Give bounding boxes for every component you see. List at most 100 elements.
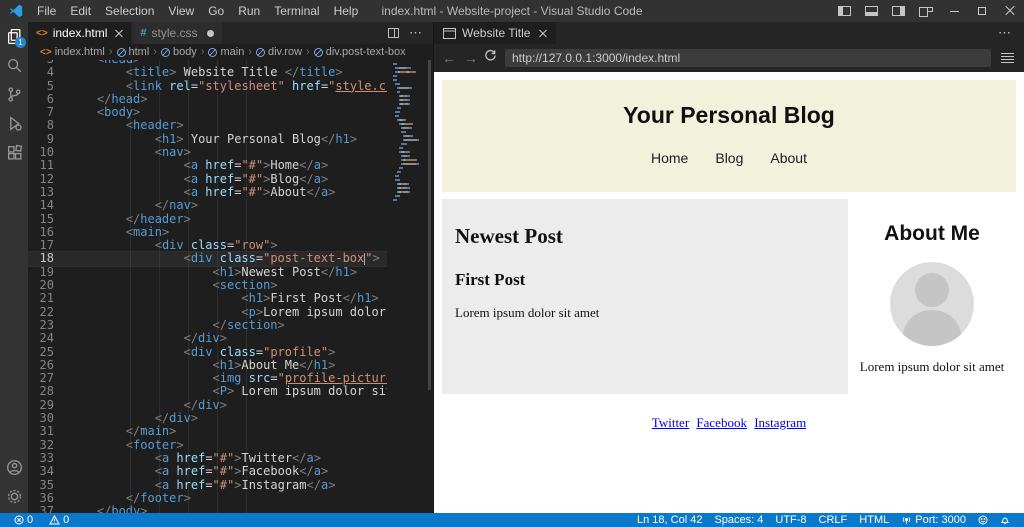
breadcrumb-item-body[interactable]: body — [161, 46, 197, 58]
menu-item-run[interactable]: Run — [231, 0, 267, 22]
preview-tab[interactable]: Website Title — [434, 22, 557, 44]
code-line-37[interactable]: 37 </body> — [28, 505, 433, 513]
line-number: 19 — [28, 266, 68, 279]
code-line-12[interactable]: 12 <a href="#">Blog</a> — [28, 173, 433, 186]
code-line-14[interactable]: 14 </nav> — [28, 199, 433, 212]
language-mode[interactable]: HTML — [853, 514, 895, 526]
preview-more-actions-icon[interactable]: ⋯ — [998, 28, 1012, 38]
toggle-panel-icon[interactable] — [865, 6, 878, 16]
code-line-4[interactable]: 4 <title> Website Title </title> — [28, 66, 433, 79]
settings-gear-icon[interactable] — [0, 482, 28, 511]
tab-index.html[interactable]: <>index.html — [28, 22, 132, 44]
code-line-20[interactable]: 20 <section> — [28, 279, 433, 292]
explorer-icon[interactable]: 1 — [0, 22, 28, 51]
encoding[interactable]: UTF-8 — [769, 514, 812, 526]
blog-nav-link-about[interactable]: About — [770, 150, 807, 166]
tab-style.css[interactable]: #style.css — [132, 22, 222, 44]
code-line-29[interactable]: 29 </div> — [28, 399, 433, 412]
breadcrumb-item-div.row[interactable]: div.row — [256, 46, 302, 58]
code-line-21[interactable]: 21 <h1>First Post</h1> — [28, 292, 433, 305]
footer-link-instagram[interactable]: Instagram — [754, 415, 806, 430]
notifications-bell-icon[interactable] — [994, 515, 1016, 525]
code-line-27[interactable]: 27 <img src="profile-picture.png"> — [28, 372, 433, 385]
minimap[interactable] — [387, 60, 433, 513]
run-debug-icon[interactable] — [0, 109, 28, 138]
code-line-19[interactable]: 19 <h1>Newest Post</h1> — [28, 266, 433, 279]
line-number: 12 — [28, 173, 68, 186]
maximize-button[interactable] — [968, 0, 996, 22]
code-line-33[interactable]: 33 <a href="#">Twitter</a> — [28, 452, 433, 465]
account-icon[interactable] — [0, 453, 28, 482]
toggle-secondary-sidebar-icon[interactable] — [892, 6, 905, 16]
forward-icon[interactable]: → — [462, 50, 480, 66]
code-line-10[interactable]: 10 <nav> — [28, 146, 433, 159]
menu-item-edit[interactable]: Edit — [63, 0, 98, 22]
menu-item-selection[interactable]: Selection — [98, 0, 161, 22]
code-line-6[interactable]: 6 </head> — [28, 93, 433, 106]
code-line-34[interactable]: 34 <a href="#">Facebook</a> — [28, 465, 433, 478]
code-line-26[interactable]: 26 <h1>About Me</h1> — [28, 359, 433, 372]
url-input[interactable]: http://127.0.0.1:3000/index.html — [505, 49, 991, 67]
split-editor-icon[interactable] — [388, 28, 399, 38]
blog-nav-link-home[interactable]: Home — [651, 150, 688, 166]
line-number: 29 — [28, 399, 68, 412]
code-line-30[interactable]: 30 </div> — [28, 412, 433, 425]
code-line-7[interactable]: 7 <body> — [28, 106, 433, 119]
breadcrumb-item-div.post-text-box[interactable]: div.post-text-box — [314, 46, 406, 58]
close-button[interactable] — [996, 0, 1024, 22]
code-line-13[interactable]: 13 <a href="#">About</a> — [28, 186, 433, 199]
code-line-22[interactable]: 22 <p>Lorem ipsum dolor sit amet</p> — [28, 306, 433, 319]
feedback-icon[interactable] — [972, 515, 994, 525]
footer-link-facebook[interactable]: Facebook — [696, 415, 747, 430]
editor-scrollbar[interactable] — [428, 60, 431, 390]
breadcrumb-item-html[interactable]: html — [117, 46, 150, 58]
code-line-28[interactable]: 28 <P> Lorem ipsum dolor sit amet</P> — [28, 385, 433, 398]
customize-layout-icon[interactable] — [919, 6, 933, 17]
extensions-icon[interactable] — [0, 138, 28, 167]
menu-item-terminal[interactable]: Terminal — [267, 0, 326, 22]
code-line-9[interactable]: 9 <h1> Your Personal Blog</h1> — [28, 133, 433, 146]
code-line-11[interactable]: 11 <a href="#">Home</a> — [28, 159, 433, 172]
problems-warnings[interactable]: 0 — [43, 514, 75, 526]
code-line-23[interactable]: 23 </section> — [28, 319, 433, 332]
indentation[interactable]: Spaces: 4 — [708, 514, 769, 526]
code-line-15[interactable]: 15 </header> — [28, 213, 433, 226]
breadcrumb-item-main[interactable]: main — [208, 46, 244, 58]
editor-more-actions-icon[interactable]: ⋯ — [409, 28, 423, 38]
toggle-sidebar-icon[interactable] — [838, 6, 851, 16]
code-line-32[interactable]: 32 <footer> — [28, 439, 433, 452]
status-bar: 0 0 Ln 18, Col 42 Spaces: 4 UTF-8 CRLF H… — [0, 513, 1024, 527]
unsaved-dot-icon[interactable] — [207, 30, 214, 37]
code-line-24[interactable]: 24 </div> — [28, 332, 433, 345]
code-line-35[interactable]: 35 <a href="#">Instagram</a> — [28, 479, 433, 492]
line-number: 20 — [28, 279, 68, 292]
footer-link-twitter[interactable]: Twitter — [652, 415, 689, 430]
minimize-button[interactable] — [940, 0, 968, 22]
preview-menu-icon[interactable] — [1001, 53, 1014, 64]
menu-item-go[interactable]: Go — [201, 0, 231, 22]
back-icon[interactable]: ← — [440, 50, 458, 66]
code-line-8[interactable]: 8 <header> — [28, 119, 433, 132]
tab-close-icon[interactable] — [115, 29, 123, 37]
code-line-5[interactable]: 5 <link rel="stylesheet" href="style.css… — [28, 80, 433, 93]
code-line-31[interactable]: 31 </main> — [28, 425, 433, 438]
search-icon[interactable] — [0, 51, 28, 80]
code-line-25[interactable]: 25 <div class="profile"> — [28, 346, 433, 359]
problems-errors[interactable]: 0 — [8, 514, 39, 526]
code-line-18[interactable]: 18 <div class="post-text-box"> — [28, 252, 433, 265]
menu-item-view[interactable]: View — [161, 0, 201, 22]
source-control-icon[interactable] — [0, 80, 28, 109]
eol-sequence[interactable]: CRLF — [813, 514, 854, 526]
blog-nav-link-blog[interactable]: Blog — [715, 150, 743, 166]
cursor-position[interactable]: Ln 18, Col 42 — [631, 514, 708, 526]
preview-tab-close-icon[interactable] — [539, 29, 547, 37]
code-line-36[interactable]: 36 </footer> — [28, 492, 433, 505]
code-line-17[interactable]: 17 <div class="row"> — [28, 239, 433, 252]
breadcrumb-item-index.html[interactable]: <>index.html — [40, 46, 105, 58]
menu-item-file[interactable]: File — [30, 0, 63, 22]
live-server-port[interactable]: Port: 3000 — [895, 514, 972, 526]
reload-icon[interactable] — [484, 49, 497, 67]
menu-item-help[interactable]: Help — [327, 0, 366, 22]
code-editor[interactable]: 3 <head>4 <title> Website Title </title>… — [28, 60, 433, 513]
code-line-16[interactable]: 16 <main> — [28, 226, 433, 239]
